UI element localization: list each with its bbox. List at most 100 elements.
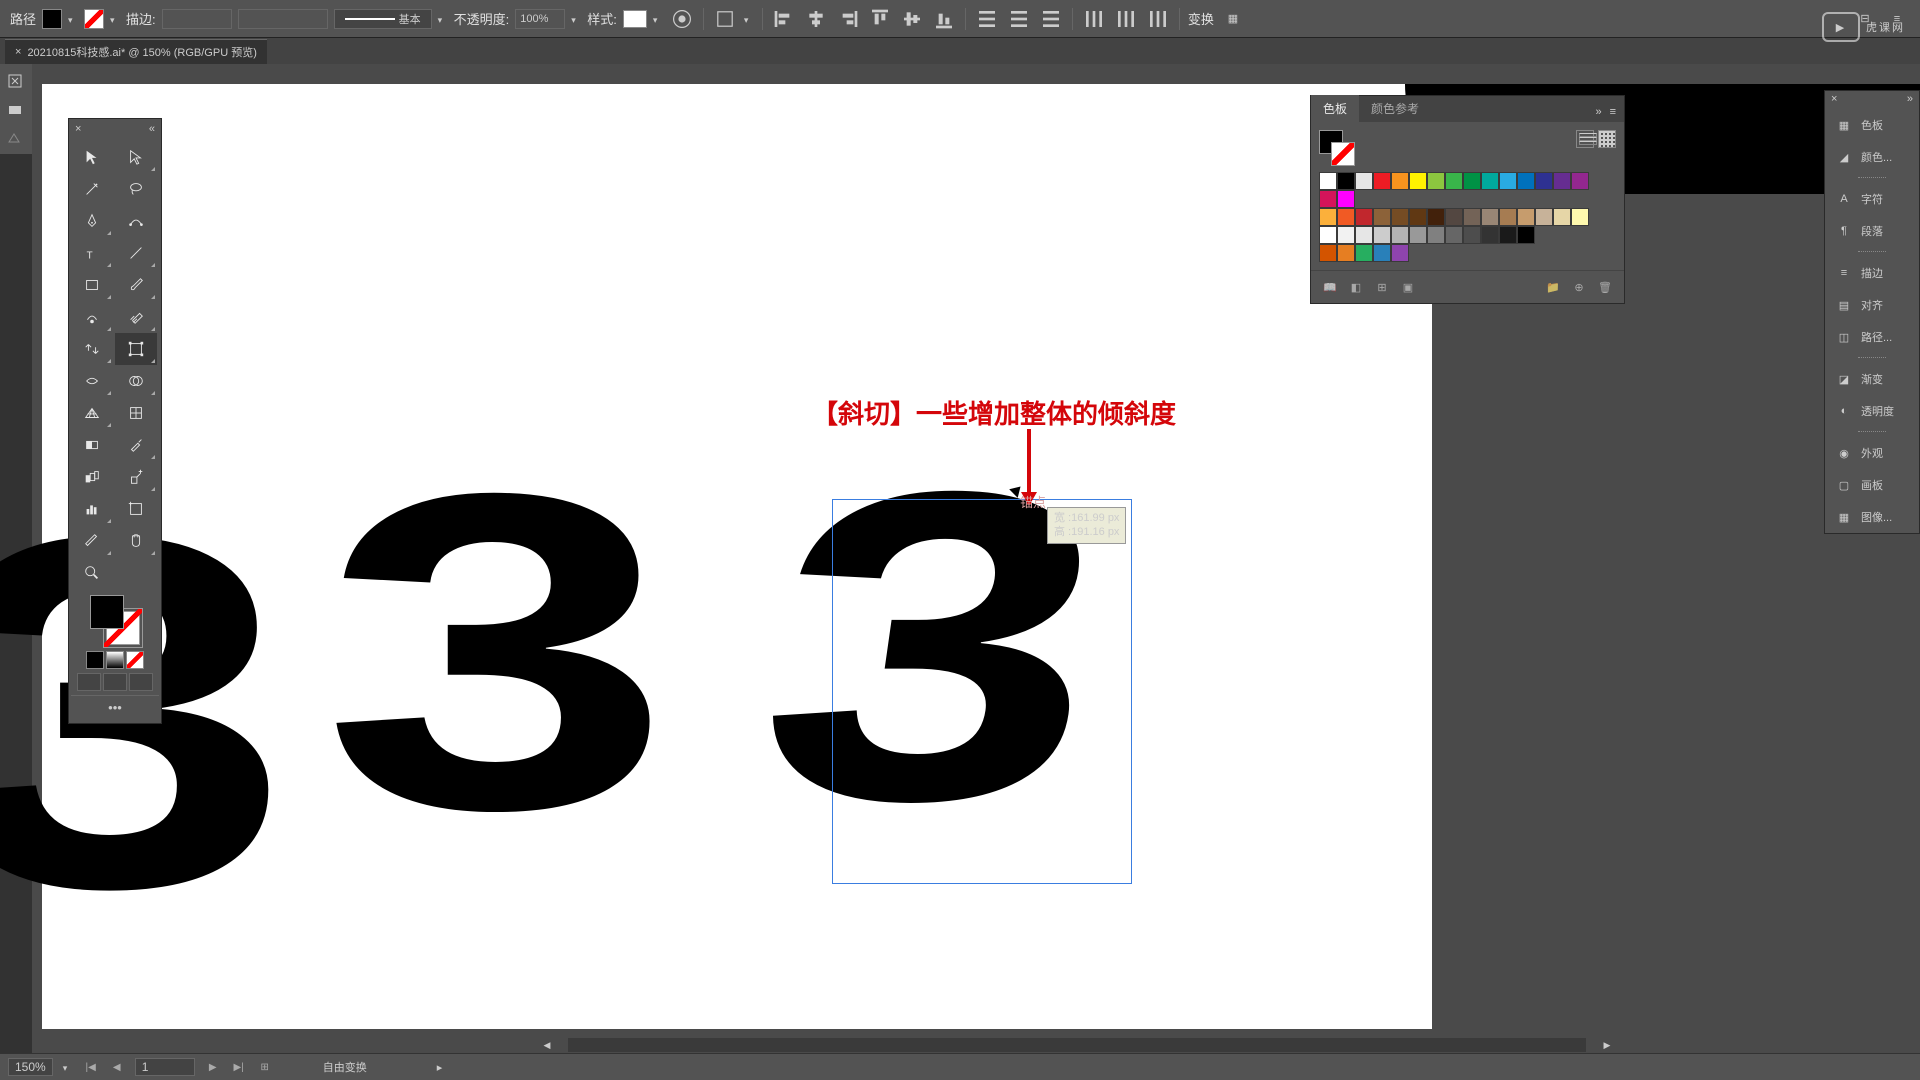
zoom-tool[interactable] xyxy=(71,557,113,589)
swatch-cell[interactable] xyxy=(1373,226,1391,244)
swatch-cell[interactable] xyxy=(1409,226,1427,244)
mini-icon-2[interactable] xyxy=(2,96,28,122)
symbol-sprayer-tool[interactable] xyxy=(115,461,157,493)
list-view-icon[interactable] xyxy=(1576,130,1594,148)
swatch-lib-icon[interactable]: 📖 xyxy=(1319,277,1341,297)
rp-stroke[interactable]: ≡描边 xyxy=(1825,257,1919,289)
swatch-cell[interactable] xyxy=(1445,172,1463,190)
delete-swatch-icon[interactable]: 🗑 xyxy=(1594,277,1616,297)
swatch-cell[interactable] xyxy=(1337,190,1355,208)
profile-input[interactable] xyxy=(238,9,328,29)
edit-toolbar-button[interactable]: ••• xyxy=(71,695,159,719)
close-tab-icon[interactable]: × xyxy=(15,46,21,58)
collapse-icon[interactable]: « xyxy=(149,123,155,137)
dist-vcenter-icon[interactable] xyxy=(1006,6,1032,32)
swatch-cell[interactable] xyxy=(1499,172,1517,190)
swatch-cell[interactable] xyxy=(1355,172,1373,190)
swatch-cell[interactable] xyxy=(1319,226,1337,244)
selection-tool[interactable] xyxy=(71,141,113,173)
swatch-cell[interactable] xyxy=(1463,172,1481,190)
artboard-nav-icon[interactable]: ⊞ xyxy=(257,1059,273,1075)
swatch-cell[interactable] xyxy=(1319,208,1337,226)
crop-icon[interactable] xyxy=(712,6,738,32)
close-dock-icon[interactable]: × xyxy=(1831,93,1837,107)
swatch-cell[interactable] xyxy=(1319,244,1337,262)
slice-tool[interactable] xyxy=(71,525,113,557)
stroke-dd-icon[interactable] xyxy=(110,14,120,24)
swatch-cell[interactable] xyxy=(1373,172,1391,190)
mini-icon-1[interactable] xyxy=(2,68,28,94)
tools-header[interactable]: ×« xyxy=(71,123,159,137)
blend-tool[interactable] xyxy=(71,461,113,493)
stroke-swatch[interactable] xyxy=(84,9,104,29)
fill-dd-icon[interactable] xyxy=(68,14,78,24)
shape-builder-tool[interactable] xyxy=(115,365,157,397)
free-transform-tool[interactable] xyxy=(115,333,157,365)
swatch-cell[interactable] xyxy=(1535,208,1553,226)
line-tool[interactable] xyxy=(115,237,157,269)
eyedropper-tool[interactable] xyxy=(115,429,157,461)
swatch-cell[interactable] xyxy=(1391,244,1409,262)
swatch-cell[interactable] xyxy=(1409,208,1427,226)
swatch-cell[interactable] xyxy=(1463,208,1481,226)
transform-menu-icon[interactable]: ▦ xyxy=(1220,6,1246,32)
swatches-tab[interactable]: 色板 xyxy=(1311,95,1359,122)
magic-wand-tool[interactable] xyxy=(71,173,113,205)
swatch-cell[interactable] xyxy=(1355,244,1373,262)
swatch-cell[interactable] xyxy=(1391,208,1409,226)
swatch-cell[interactable] xyxy=(1571,208,1589,226)
swatch-cell[interactable] xyxy=(1445,208,1463,226)
rp-paragraph[interactable]: ¶段落 xyxy=(1825,215,1919,247)
align-left-icon[interactable] xyxy=(771,6,797,32)
first-artboard-icon[interactable]: |◀ xyxy=(83,1059,99,1075)
rectangle-tool[interactable] xyxy=(71,269,113,301)
swatch-cell[interactable] xyxy=(1517,172,1535,190)
dist-bottom-icon[interactable] xyxy=(1038,6,1064,32)
rp-character[interactable]: A字符 xyxy=(1825,183,1919,215)
solid-color-icon[interactable] xyxy=(86,651,104,669)
swatch-cell[interactable] xyxy=(1463,226,1481,244)
paintbrush-tool[interactable] xyxy=(115,269,157,301)
new-swatch-icon[interactable]: ⊕ xyxy=(1568,277,1590,297)
last-artboard-icon[interactable]: ▶| xyxy=(231,1059,247,1075)
swatch-cell[interactable] xyxy=(1571,172,1589,190)
grid-view-icon[interactable] xyxy=(1598,130,1616,148)
swatch-cell[interactable] xyxy=(1481,226,1499,244)
swatch-cell[interactable] xyxy=(1481,208,1499,226)
color-guide-tab[interactable]: 颜色参考 xyxy=(1359,95,1431,122)
fill-swatch[interactable] xyxy=(42,9,62,29)
align-bottom-icon[interactable] xyxy=(931,6,957,32)
swatch-cell[interactable] xyxy=(1355,208,1373,226)
swatch-cell[interactable] xyxy=(1427,208,1445,226)
type-tool[interactable]: T xyxy=(71,237,113,269)
swatch-cell[interactable] xyxy=(1337,244,1355,262)
stroke-weight-input[interactable] xyxy=(162,9,232,29)
hand-tool[interactable] xyxy=(115,525,157,557)
perspective-tool[interactable] xyxy=(71,397,113,429)
brush-dd-icon[interactable] xyxy=(438,14,448,24)
swatch-cell[interactable] xyxy=(1517,208,1535,226)
swatch-cell[interactable] xyxy=(1355,226,1373,244)
swatch-cell[interactable] xyxy=(1553,172,1571,190)
rp-artboards[interactable]: ▢画板 xyxy=(1825,469,1919,501)
align-hcenter-icon[interactable] xyxy=(803,6,829,32)
rp-pathfinder[interactable]: ◫路径... xyxy=(1825,321,1919,353)
swatch-cell[interactable] xyxy=(1373,244,1391,262)
none-color-icon[interactable] xyxy=(126,651,144,669)
swatch-cell[interactable] xyxy=(1391,226,1409,244)
fill-box[interactable] xyxy=(90,595,124,629)
rp-swatches[interactable]: ▦色板 xyxy=(1825,109,1919,141)
status-menu-icon[interactable]: ▸ xyxy=(437,1061,443,1074)
new-group-icon[interactable]: ▣ xyxy=(1397,277,1419,297)
pen-tool[interactable] xyxy=(71,205,113,237)
swatch-cell[interactable] xyxy=(1445,226,1463,244)
document-tab[interactable]: × 20210815科技感.ai* @ 150% (RGB/GPU 预览) xyxy=(5,39,267,64)
swatch-cell[interactable] xyxy=(1517,226,1535,244)
swatch-cell[interactable] xyxy=(1427,226,1445,244)
opacity-dd-icon[interactable] xyxy=(571,14,581,24)
dist-top-icon[interactable] xyxy=(974,6,1000,32)
current-swatch[interactable] xyxy=(1319,130,1355,166)
swatch-cell[interactable] xyxy=(1337,172,1355,190)
eraser-tool[interactable] xyxy=(115,301,157,333)
gradient-icon[interactable] xyxy=(106,651,124,669)
